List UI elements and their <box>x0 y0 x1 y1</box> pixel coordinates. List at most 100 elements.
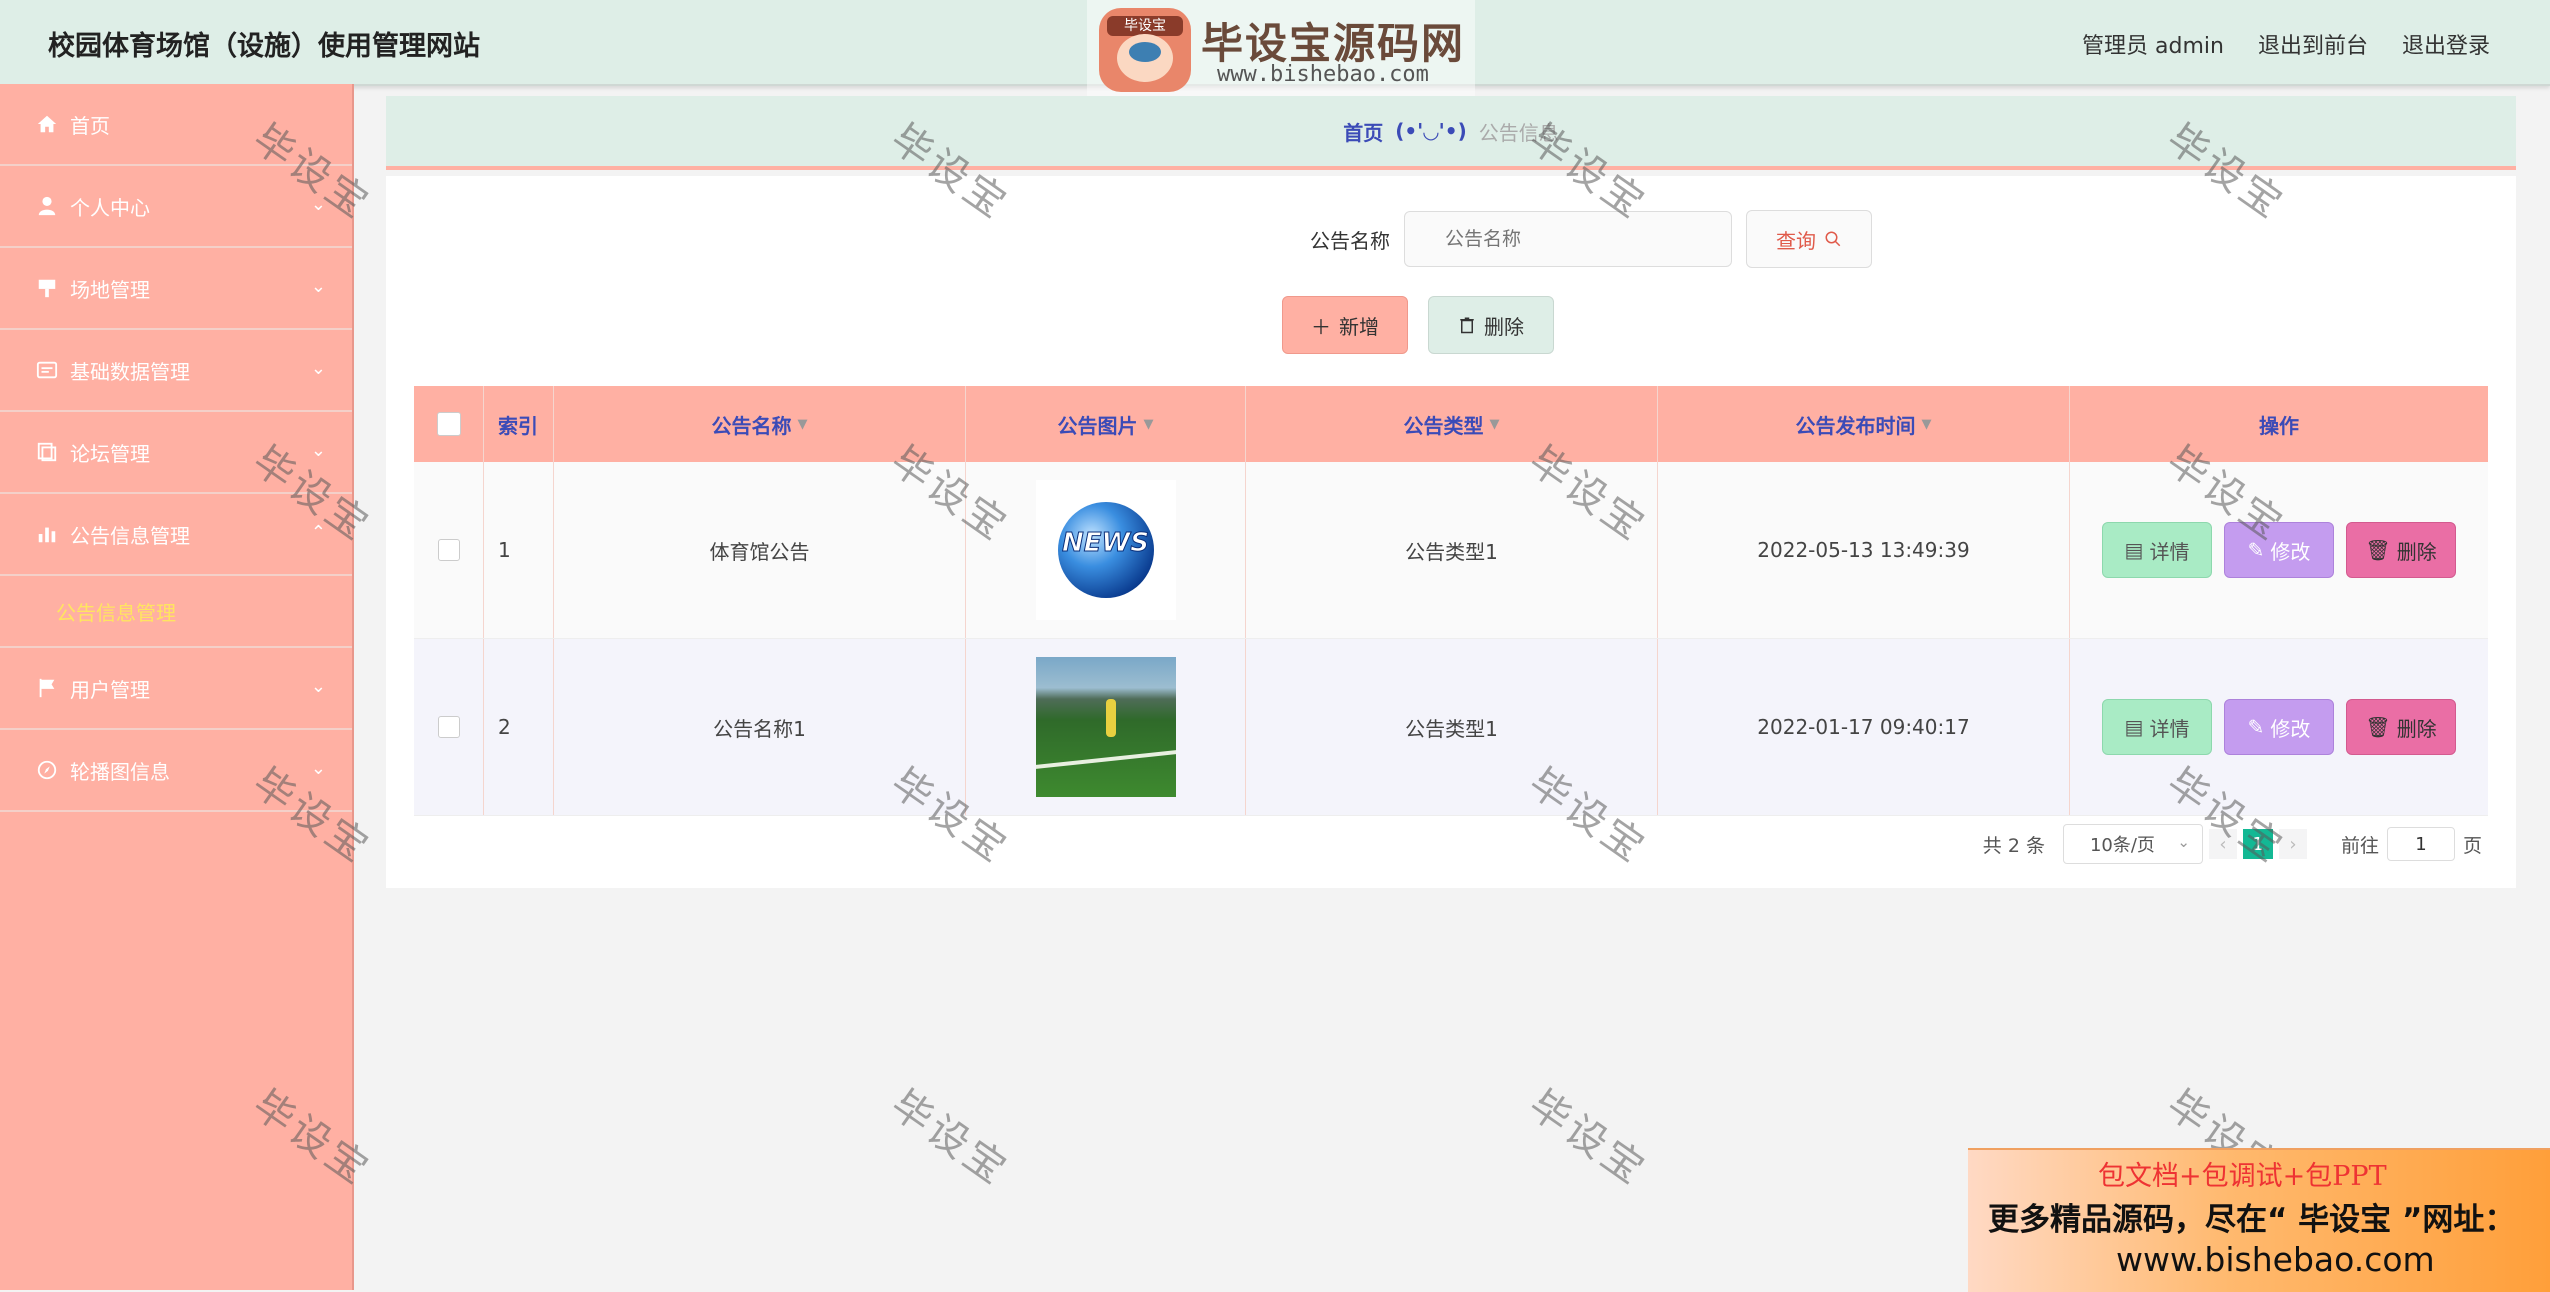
goto-suffix: 页 <box>2462 834 2482 857</box>
sort-icon[interactable]: ▼ <box>798 417 808 432</box>
delete-button[interactable]: 🗑 删除 <box>2346 522 2456 578</box>
sidebar-item-label: 轮播图信息 <box>70 759 170 784</box>
document-icon: ▤ <box>2124 538 2144 562</box>
table-row: 1 体育馆公告 NEWS 公告类型1 2022-05-13 13:49:39 ▤… <box>414 462 2488 639</box>
sidebar-subitem-notice-manage[interactable]: 公告信息管理 <box>0 576 352 648</box>
chevron-down-icon: ⌄ <box>310 758 326 779</box>
header-name-label: 公告名称 <box>711 413 792 438</box>
row-type: 公告类型1 <box>1246 639 1658 815</box>
news-globe-image[interactable]: NEWS <box>1035 480 1176 620</box>
trash-icon: 🗑 <box>2365 538 2391 562</box>
sidebar-item-personal[interactable]: 个人中心 ⌄ <box>0 166 352 248</box>
brand-logo: 毕设宝 毕设宝源码网 www.bishebao.com <box>1087 0 1475 100</box>
sort-icon[interactable]: ▼ <box>1144 417 1154 432</box>
table-header: 索引 公告名称 ▼ 公告图片 ▼ 公告类型 ▼ 公告发布时间 ▼ 操作 <box>414 386 2488 462</box>
sidebar-item-carousel[interactable]: 轮播图信息 ⌄ <box>0 730 352 812</box>
sidebar-item-venue[interactable]: 场地管理 ⌄ <box>0 248 352 330</box>
add-button-label: 新增 <box>1339 314 1379 339</box>
add-button[interactable]: ＋ 新增 <box>1282 296 1408 354</box>
sort-icon[interactable]: ▼ <box>1490 417 1500 432</box>
sidebar-item-users[interactable]: 用户管理 ⌄ <box>0 648 352 730</box>
venue-icon <box>38 279 56 298</box>
sidebar-item-label: 用户管理 <box>70 677 150 702</box>
detail-button-label: 详情 <box>2149 539 2190 564</box>
sidebar-item-label: 基础数据管理 <box>70 359 190 384</box>
table-row: 2 公告名称1 公告类型1 2022-01-17 09:40:17 ▤ 详情 ✎… <box>414 639 2488 816</box>
goto-page-input[interactable]: 1 <box>2386 827 2455 861</box>
delete-button[interactable]: 🗑 删除 <box>2346 699 2456 755</box>
header-time-label: 公告发布时间 <box>1795 413 1916 438</box>
sidebar-item-notice[interactable]: 公告信息管理 ⌃ <box>0 494 352 576</box>
top-links: 管理员 admin 退出到前台 退出登录 <box>2082 28 2490 60</box>
brand-url: www.bishebao.com <box>1217 62 1429 87</box>
promo-banner[interactable]: 包文档+包调试+包PPT 更多精品源码，尽在“ 毕设宝 ”网址： www.bis… <box>1968 1148 2550 1292</box>
edit-button[interactable]: ✎ 修改 <box>2224 522 2334 578</box>
sidebar-item-basic-data[interactable]: 基础数据管理 ⌄ <box>0 330 352 412</box>
header-index: 索引 <box>484 386 554 462</box>
soccer-field-image[interactable] <box>1035 657 1176 797</box>
sidebar-item-label: 论坛管理 <box>70 441 150 466</box>
site-title: 校园体育场馆（设施）使用管理网站 <box>48 31 480 62</box>
header-image[interactable]: 公告图片 ▼ <box>966 386 1246 462</box>
brand-mascot-icon: 毕设宝 <box>1099 8 1191 92</box>
row-image-cell: NEWS <box>966 462 1246 638</box>
flag-icon <box>39 678 55 698</box>
header-index-label: 索引 <box>498 413 538 438</box>
promo-line-3: www.bishebao.com <box>2116 1240 2435 1279</box>
search-label: 公告名称 <box>1310 228 1390 253</box>
row-index: 2 <box>484 639 554 815</box>
promo-line-2: 更多精品源码，尽在“ 毕设宝 ”网址： <box>1988 1202 2516 1238</box>
chevron-down-icon: ⌄ <box>310 676 326 697</box>
page-size-select[interactable]: 10条/页 ⌄ <box>2062 824 2203 864</box>
page-number-current[interactable]: 1 <box>2242 829 2273 859</box>
row-time: 2022-05-13 13:49:39 <box>1658 462 2070 638</box>
action-row: ＋ 新增 删除 <box>1282 296 1554 354</box>
search-button[interactable]: 查询 <box>1746 210 1872 268</box>
row-type: 公告类型1 <box>1246 462 1658 638</box>
detail-button[interactable]: ▤ 详情 <box>2102 699 2212 755</box>
search-button-label: 查询 <box>1776 228 1816 253</box>
select-all-checkbox[interactable] <box>436 412 461 436</box>
trash-icon <box>1460 317 1474 334</box>
row-image-cell <box>966 639 1246 815</box>
logout-link[interactable]: 退出登录 <box>2402 28 2490 60</box>
forum-icon <box>37 442 57 462</box>
row-checkbox[interactable] <box>437 716 460 738</box>
row-checkbox-cell <box>414 639 484 815</box>
edit-button-label: 修改 <box>2270 539 2311 564</box>
prev-page-button[interactable]: ‹ <box>2208 829 2237 859</box>
chevron-up-icon: ⌃ <box>310 522 326 543</box>
edit-button-label: 修改 <box>2270 716 2311 741</box>
bulk-delete-button[interactable]: 删除 <box>1428 296 1554 354</box>
plus-icon: ＋ <box>1311 314 1331 339</box>
sidebar-item-forum[interactable]: 论坛管理 ⌄ <box>0 412 352 494</box>
sidebar-item-home[interactable]: 首页 <box>0 84 352 166</box>
back-to-front-link[interactable]: 退出到前台 <box>2258 28 2368 60</box>
search-input[interactable] <box>1404 211 1732 267</box>
brand-badge-text: 毕设宝 <box>1107 16 1183 36</box>
chart-icon <box>38 527 56 543</box>
header-type[interactable]: 公告类型 ▼ <box>1246 386 1658 462</box>
next-page-button[interactable]: › <box>2278 829 2307 859</box>
header-time[interactable]: 公告发布时间 ▼ <box>1658 386 2070 462</box>
search-row: 公告名称 查询 <box>386 210 2516 268</box>
sidebar-item-label: 场地管理 <box>70 277 150 302</box>
sort-icon[interactable]: ▼ <box>1922 417 1932 432</box>
notice-table: 索引 公告名称 ▼ 公告图片 ▼ 公告类型 ▼ 公告发布时间 ▼ 操作 1 体育馆公告 … <box>414 386 2488 816</box>
header-image-label: 公告图片 <box>1057 413 1138 438</box>
header-name[interactable]: 公告名称 ▼ <box>554 386 966 462</box>
row-checkbox[interactable] <box>437 539 460 561</box>
edit-icon: ✎ <box>2247 715 2265 739</box>
admin-user-label[interactable]: 管理员 admin <box>2082 28 2224 60</box>
trash-icon: 🗑 <box>2365 715 2391 739</box>
breadcrumb: 首页 (•'◡'•) 公告信息 <box>386 96 2516 170</box>
promo-line-1: 包文档+包调试+包PPT <box>2098 1161 2387 1192</box>
row-checkbox-cell <box>414 462 484 638</box>
main-panel: 公告名称 查询 ＋ 新增 删除 索引 公告名称 ▼ 公告图片 ▼ 公告类型 ▼ 公告发… <box>386 176 2516 888</box>
edit-button[interactable]: ✎ 修改 <box>2224 699 2334 755</box>
header-type-label: 公告类型 <box>1403 413 1484 438</box>
breadcrumb-home[interactable]: 首页 <box>1343 117 1383 146</box>
sidebar-item-label: 公告信息管理 <box>70 523 190 548</box>
detail-button[interactable]: ▤ 详情 <box>2102 522 2212 578</box>
breadcrumb-emote: (•'◡'•) <box>1395 119 1467 143</box>
